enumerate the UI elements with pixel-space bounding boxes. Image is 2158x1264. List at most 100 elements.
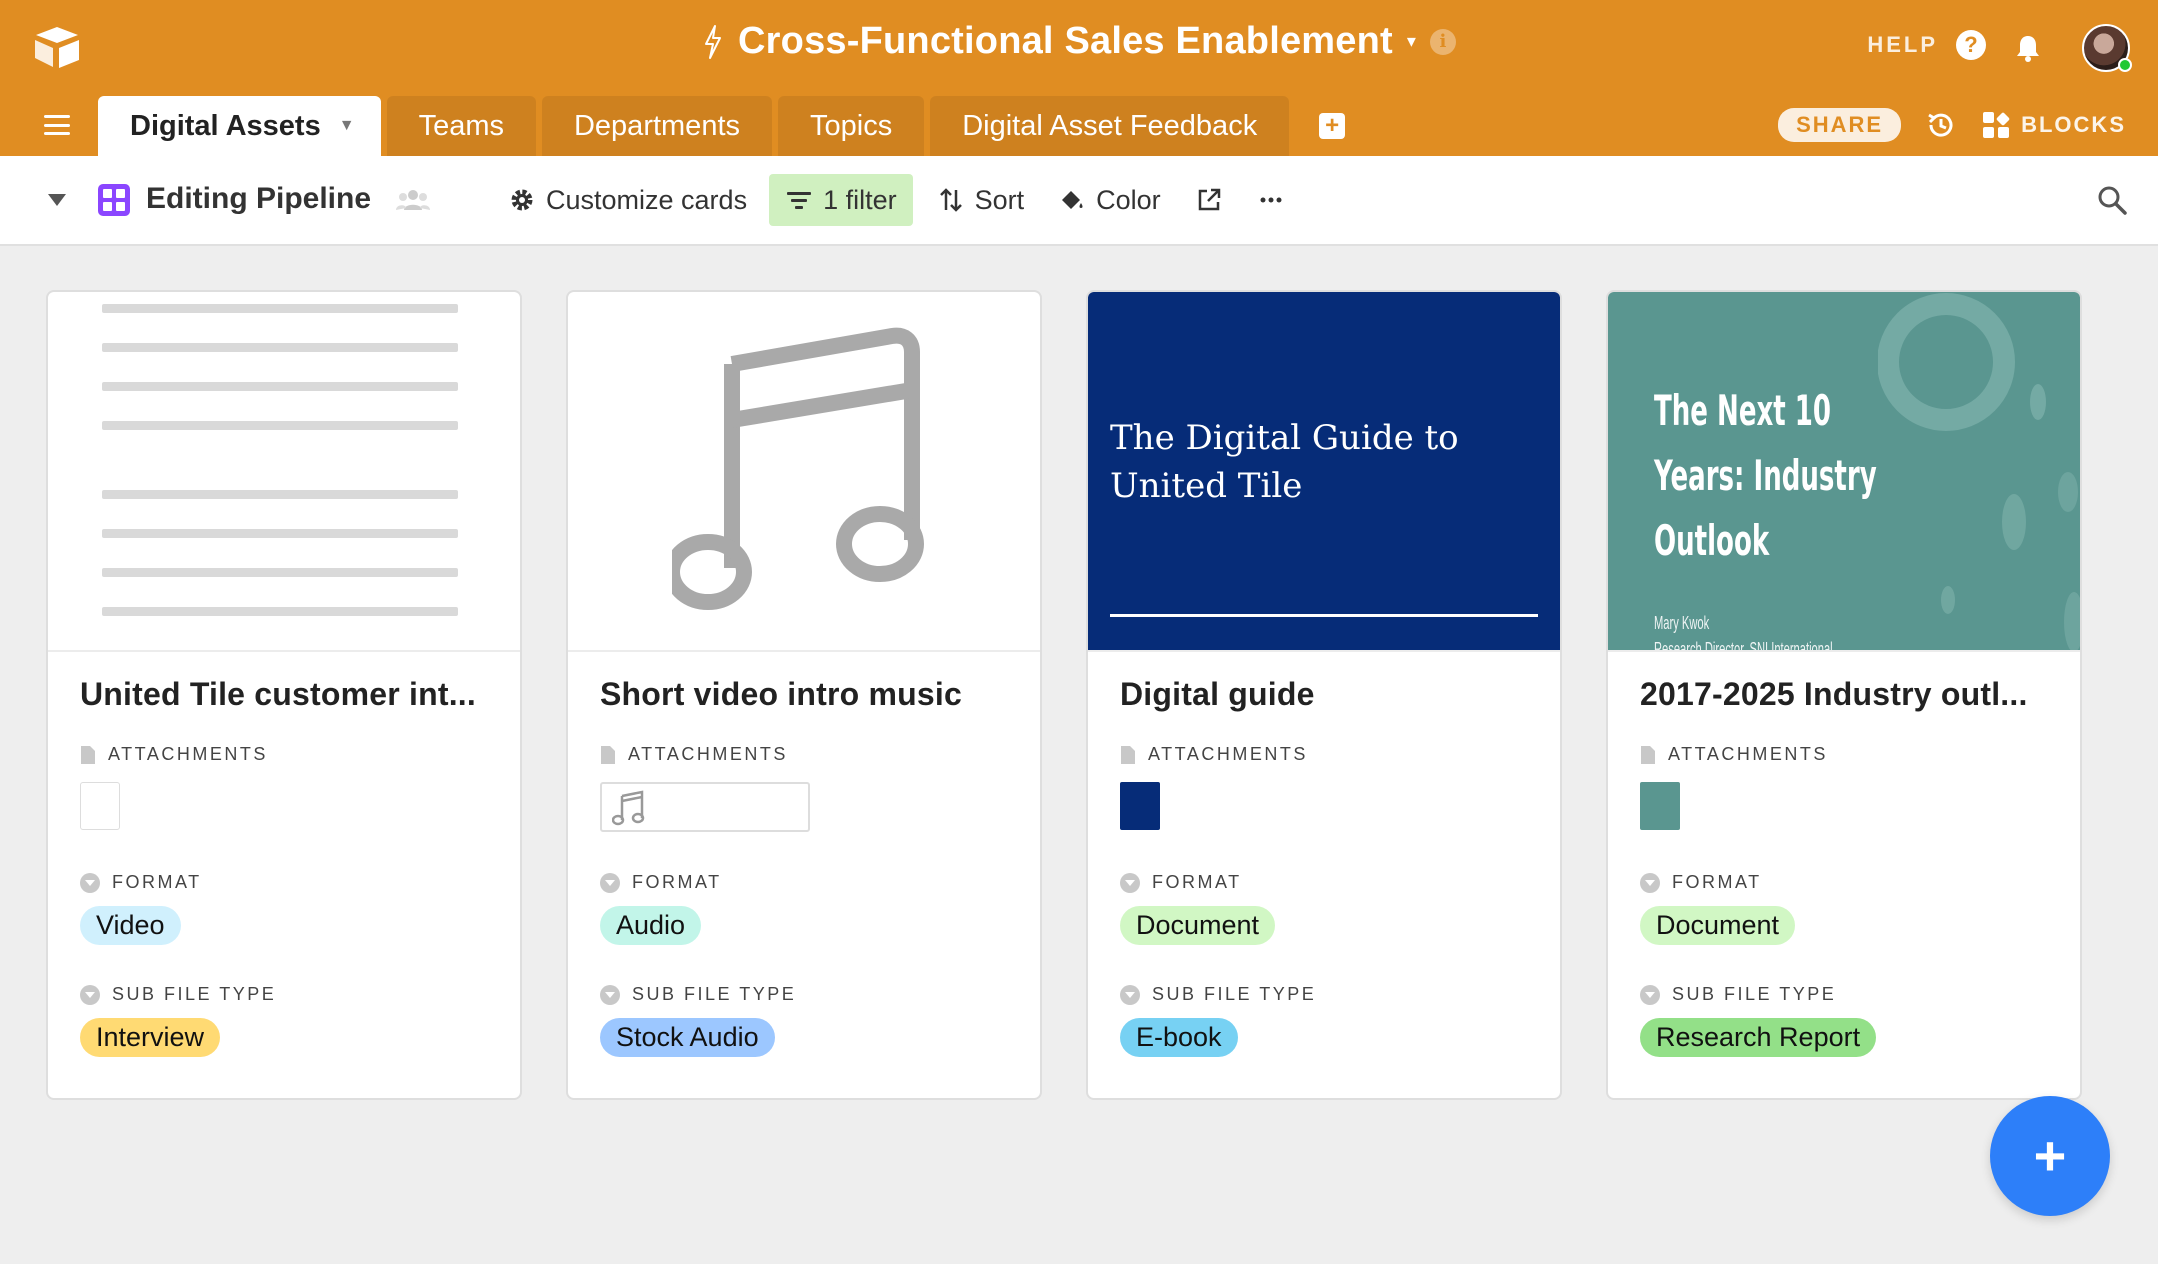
sub-file-type-field-label: SUB FILE TYPE xyxy=(1120,984,1316,1005)
bell-icon[interactable] xyxy=(2012,32,2044,64)
plus-icon: + xyxy=(2033,1124,2067,1187)
field-label-text: ATTACHMENTS xyxy=(1668,744,1828,764)
color-label: Color xyxy=(1096,184,1161,215)
hamburger-menu-icon[interactable] xyxy=(44,115,70,135)
cover-text-line: The Digital Guide to xyxy=(1110,418,1459,458)
search-icon[interactable] xyxy=(2096,184,2128,216)
blocks-icon xyxy=(1983,112,2010,138)
tab-departments[interactable]: Departments xyxy=(541,96,772,156)
format-field-label: FORMAT xyxy=(1120,872,1242,893)
gallery-card[interactable]: The Digital Guide to United Tile Digital… xyxy=(1086,290,1562,1100)
tab-teams[interactable]: Teams xyxy=(386,96,536,156)
help-icon[interactable]: ? xyxy=(1956,30,1986,60)
customize-cards-button[interactable]: Customize cards xyxy=(508,174,747,226)
card-title: Digital guide xyxy=(1120,676,1315,712)
attachment-thumbnail[interactable] xyxy=(80,782,120,830)
tab-label: Teams xyxy=(418,109,504,142)
help-area[interactable]: HELP ? xyxy=(1867,30,1986,60)
music-note-icon xyxy=(672,327,924,610)
cover-divider xyxy=(1110,614,1538,617)
view-toolbar: Editing Pipeline Customize cards 1 filte… xyxy=(0,156,2158,246)
format-pill: Document xyxy=(1640,906,1796,945)
base-title[interactable]: Cross-Functional Sales Enablement xyxy=(738,20,1393,63)
gallery-cards: United Tile customer int... ATTACHMENTS … xyxy=(46,290,2082,1100)
filter-icon xyxy=(787,192,812,209)
field-label-text: FORMAT xyxy=(112,872,202,892)
field-label-text: ATTACHMENTS xyxy=(1148,744,1308,764)
attachment-thumbnail[interactable] xyxy=(600,782,810,832)
help-label[interactable]: HELP xyxy=(1867,32,1938,58)
single-select-icon xyxy=(1640,872,1660,893)
gallery-view-icon xyxy=(98,184,130,216)
add-table-icon[interactable]: + xyxy=(1319,112,1346,139)
share-button[interactable]: SHARE xyxy=(1778,108,1902,142)
field-label-text: FORMAT xyxy=(1672,872,1762,892)
attachments-field-label: ATTACHMENTS xyxy=(1120,744,1308,765)
tab-digital-asset-feedback[interactable]: Digital Asset Feedback xyxy=(930,96,1290,156)
history-icon[interactable] xyxy=(1925,109,1957,141)
blocks-button[interactable]: BLOCKS xyxy=(1981,110,2126,140)
tab-label: Topics xyxy=(810,109,893,142)
single-select-icon xyxy=(1120,984,1140,1005)
single-select-icon xyxy=(1120,872,1140,893)
sub-file-type-pill: Research Report xyxy=(1640,1018,1877,1057)
cover-author: Mary Kwok Research Director, SNI Interna… xyxy=(1654,610,1833,652)
cover-author-name: Mary Kwok xyxy=(1654,613,1710,633)
tab-label: Departments xyxy=(573,109,740,142)
tab-digital-assets[interactable]: Digital Assets ▼ xyxy=(98,96,381,156)
chevron-down-icon[interactable]: ▼ xyxy=(339,117,355,135)
gear-icon xyxy=(511,189,533,211)
file-icon xyxy=(1121,745,1135,764)
online-status-dot xyxy=(2118,58,2132,72)
tab-topics[interactable]: Topics xyxy=(778,96,925,156)
info-icon[interactable]: i xyxy=(1429,28,1456,55)
share-view-icon[interactable] xyxy=(1195,186,1223,214)
sort-icon xyxy=(939,188,962,212)
more-options-icon[interactable] xyxy=(1257,186,1285,214)
gallery-card[interactable]: Short video intro music ATTACHMENTS FORM… xyxy=(566,290,1042,1100)
format-field-label: FORMAT xyxy=(80,872,202,893)
single-select-icon xyxy=(1640,984,1660,1005)
cover-author-role: Research Director, SNI International xyxy=(1654,639,1833,652)
format-pill: Audio xyxy=(600,906,702,945)
card-title: United Tile customer int... xyxy=(80,676,476,712)
blocks-label: BLOCKS xyxy=(2021,112,2126,137)
cover-text-line: Years: Industry xyxy=(1654,451,1877,500)
collaborative-view-icon xyxy=(396,190,430,210)
add-record-button[interactable]: + xyxy=(1990,1096,2110,1216)
color-button[interactable]: Color xyxy=(1058,174,1161,226)
filter-label: 1 filter xyxy=(823,184,897,215)
music-note-icon xyxy=(612,790,645,826)
field-label-text: ATTACHMENTS xyxy=(108,744,268,764)
field-label-text: FORMAT xyxy=(632,872,722,892)
attachment-thumbnail[interactable] xyxy=(1640,782,1680,830)
sort-label: Sort xyxy=(974,184,1025,215)
single-select-icon xyxy=(80,872,100,893)
gallery-card[interactable]: United Tile customer int... ATTACHMENTS … xyxy=(46,290,522,1100)
field-label-text: SUB FILE TYPE xyxy=(1152,984,1317,1004)
airtable-logo-icon[interactable] xyxy=(32,24,82,70)
sub-file-type-field-label: SUB FILE TYPE xyxy=(600,984,796,1005)
chevron-down-icon[interactable]: ▾ xyxy=(1407,31,1416,52)
paint-bucket-icon xyxy=(1062,191,1083,209)
header-actions: SHARE BLOCKS xyxy=(1778,108,2126,142)
format-field-label: FORMAT xyxy=(1640,872,1762,893)
attachment-thumbnail[interactable] xyxy=(1120,782,1160,830)
filter-button[interactable]: 1 filter xyxy=(769,174,913,226)
view-tools: Customize cards 1 filter Sort Color xyxy=(508,174,1285,226)
card-title: Short video intro music xyxy=(600,676,962,712)
sub-file-type-pill: Stock Audio xyxy=(600,1018,775,1057)
base-title-area[interactable]: Cross-Functional Sales Enablement ▾ i xyxy=(702,20,1456,63)
view-name[interactable]: Editing Pipeline xyxy=(146,182,371,216)
cover-decoration xyxy=(1878,293,2080,650)
field-label-text: ATTACHMENTS xyxy=(628,744,788,764)
sub-file-type-field-label: SUB FILE TYPE xyxy=(80,984,276,1005)
attachments-field-label: ATTACHMENTS xyxy=(600,744,788,765)
field-label-text: SUB FILE TYPE xyxy=(1672,984,1837,1004)
gallery-card[interactable]: The Next 10 Years: Industry Outlook Mary… xyxy=(1606,290,2082,1100)
format-field-label: FORMAT xyxy=(600,872,722,893)
sort-button[interactable]: Sort xyxy=(937,174,1025,226)
single-select-icon xyxy=(600,984,620,1005)
chevron-down-icon[interactable] xyxy=(48,194,66,206)
field-label-text: SUB FILE TYPE xyxy=(632,984,797,1004)
